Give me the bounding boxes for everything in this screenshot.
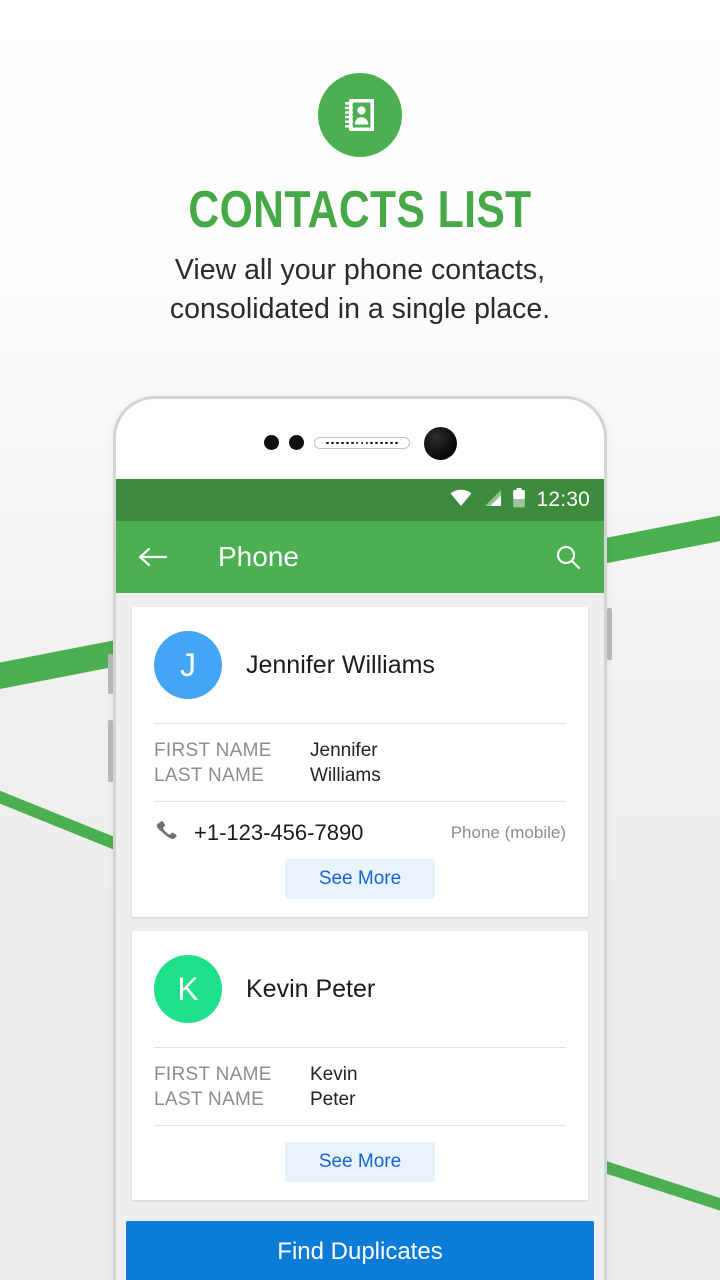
first-name-value: Jennifer	[310, 740, 378, 761]
avatar: J	[154, 631, 222, 699]
decorative-stripe-right-upper	[593, 500, 720, 565]
first-name-row: FIRST NAME Kevin	[154, 1062, 566, 1087]
arrow-left-icon[interactable]	[138, 545, 168, 569]
front-camera-icon	[424, 427, 457, 460]
see-more-wrap: See More	[154, 853, 566, 917]
see-more-wrap: See More	[154, 1126, 566, 1200]
phone-handset-icon	[154, 818, 178, 847]
app-bar-title: Phone	[218, 541, 299, 572]
contact-card[interactable]: J Jennifer Williams FIRST NAME Jennifer …	[132, 607, 588, 917]
phone-screen: 12:30 Phone J Jennifer Williams FIRST NA…	[116, 479, 604, 1280]
cellular-signal-icon	[482, 489, 502, 512]
status-bar-clock: 12:30	[536, 488, 590, 511]
hero-subtitle: View all your phone contacts, consolidat…	[0, 251, 720, 329]
wifi-icon	[450, 489, 472, 512]
last-name-value: Williams	[310, 765, 381, 786]
contact-name: Kevin Peter	[246, 974, 376, 1003]
first-name-value: Kevin	[310, 1064, 358, 1085]
contact-card-header: K Kevin Peter	[154, 931, 566, 1047]
find-duplicates-button[interactable]: Find Duplicates	[126, 1221, 594, 1280]
cta-bar: Find Duplicates	[116, 1213, 604, 1280]
phone-power-button	[607, 608, 612, 660]
last-name-value: Peter	[310, 1089, 356, 1110]
address-book-icon	[318, 73, 402, 157]
app-bar: Phone	[116, 521, 604, 593]
last-name-row: LAST NAME Williams	[154, 763, 566, 788]
proximity-sensor-icon	[264, 435, 279, 450]
first-name-label: FIRST NAME	[154, 740, 272, 761]
battery-icon	[512, 487, 526, 513]
contact-phone-number: +1-123-456-7890	[194, 819, 364, 845]
phone-bezel-top	[116, 399, 604, 479]
contacts-list[interactable]: J Jennifer Williams FIRST NAME Jennifer …	[116, 593, 604, 1280]
decorative-stripe-right-lower	[594, 1158, 720, 1226]
last-name-label: LAST NAME	[154, 1089, 265, 1110]
contact-phone-row[interactable]: +1-123-456-7890 Phone (mobile)	[154, 802, 566, 853]
last-name-label: LAST NAME	[154, 765, 265, 786]
search-icon[interactable]	[554, 543, 582, 571]
hero-subtitle-line-1: View all your phone contacts,	[174, 254, 546, 286]
last-name-row: LAST NAME Peter	[154, 1087, 566, 1112]
status-bar: 12:30	[116, 479, 604, 521]
contact-phone-type: Phone (mobile)	[450, 822, 566, 842]
light-sensor-icon	[289, 435, 304, 450]
contact-fields: FIRST NAME Jennifer LAST NAME Williams	[154, 724, 566, 801]
contact-card-header: J Jennifer Williams	[154, 607, 566, 723]
see-more-button[interactable]: See More	[284, 1142, 436, 1182]
promo-canvas: CONTACTS LIST View all your phone contac…	[0, 0, 720, 1280]
first-name-label: FIRST NAME	[154, 1064, 272, 1085]
hero-block: CONTACTS LIST View all your phone contac…	[0, 0, 720, 329]
avatar: K	[154, 955, 222, 1023]
first-name-row: FIRST NAME Jennifer	[154, 738, 566, 763]
hero-subtitle-line-2: consolidated in a single place.	[169, 293, 551, 325]
contact-name: Jennifer Williams	[246, 650, 435, 679]
contact-card[interactable]: K Kevin Peter FIRST NAME Kevin LAST NAME…	[132, 931, 588, 1200]
phone-mockup: 12:30 Phone J Jennifer Williams FIRST NA…	[113, 396, 607, 1280]
page-title: CONTACTS LIST	[188, 181, 532, 239]
contact-fields: FIRST NAME Kevin LAST NAME Peter	[154, 1048, 566, 1125]
earpiece-speaker-icon	[314, 437, 410, 449]
see-more-button[interactable]: See More	[284, 859, 436, 899]
sensor-dots	[264, 435, 304, 450]
